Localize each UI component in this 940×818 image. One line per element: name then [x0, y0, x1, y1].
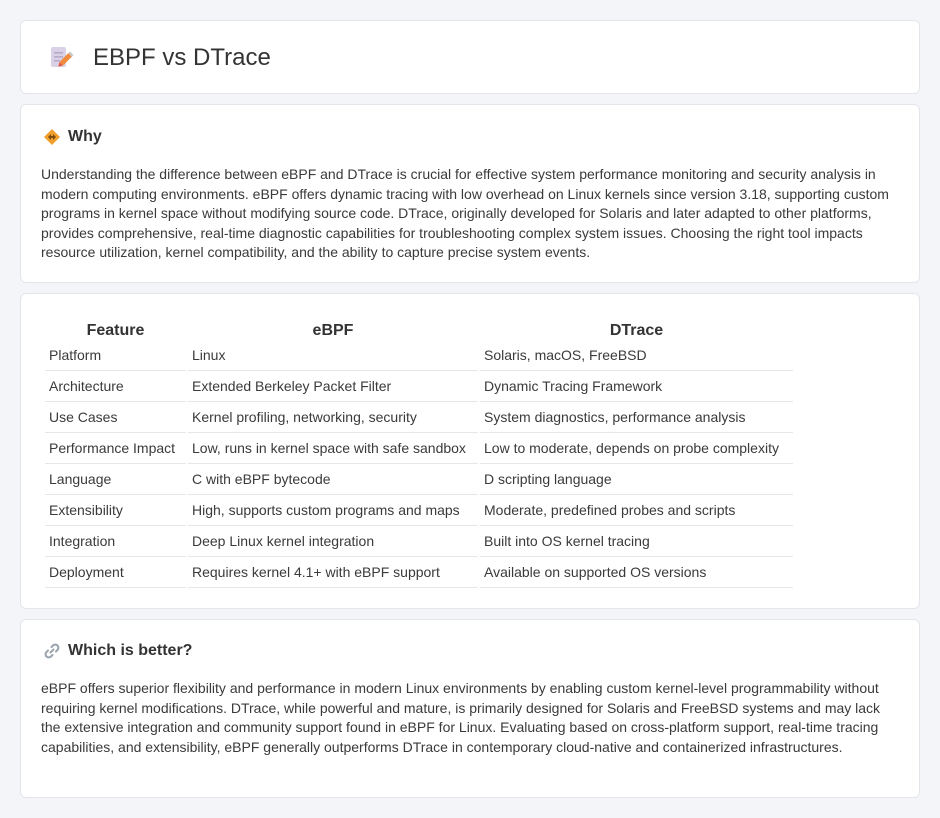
- ebpf-cell: Deep Linux kernel integration: [188, 526, 478, 557]
- table-row: Platform Linux Solaris, macOS, FreeBSD: [45, 340, 793, 371]
- feature-cell: Performance Impact: [45, 433, 186, 464]
- table-row: Deployment Requires kernel 4.1+ with eBP…: [45, 557, 793, 588]
- dtrace-cell: D scripting language: [480, 464, 793, 495]
- column-header-feature: Feature: [86, 322, 145, 339]
- feature-cell: Use Cases: [45, 402, 186, 433]
- ebpf-cell: High, supports custom programs and maps: [188, 495, 478, 526]
- table-row: Architecture Extended Berkeley Packet Fi…: [45, 371, 793, 402]
- ebpf-cell: Kernel profiling, networking, security: [188, 402, 478, 433]
- document-pencil-icon: [51, 47, 74, 67]
- ebpf-cell: C with eBPF bytecode: [188, 464, 478, 495]
- ebpf-cell: Requires kernel 4.1+ with eBPF support: [188, 557, 478, 588]
- column-header-ebpf: eBPF: [312, 322, 354, 339]
- why-header: Why: [43, 127, 102, 147]
- better-heading: Which is better?: [68, 642, 193, 659]
- feature-cell: Language: [45, 464, 186, 495]
- table-row: Use Cases Kernel profiling, networking, …: [45, 402, 793, 433]
- table-row: Integration Deep Linux kernel integratio…: [45, 526, 793, 557]
- dtrace-cell: Moderate, predefined probes and scripts: [480, 495, 793, 526]
- table-row: Performance Impact Low, runs in kernel s…: [45, 433, 793, 464]
- feature-cell: Extensibility: [45, 495, 186, 526]
- table-header-row: Feature eBPF DTrace: [45, 316, 793, 340]
- table-row: Language C with eBPF bytecode D scriptin…: [45, 464, 793, 495]
- dtrace-cell: Built into OS kernel tracing: [480, 526, 793, 557]
- why-text: Understanding the difference between eBP…: [41, 166, 889, 261]
- dtrace-cell: Low to moderate, depends on probe comple…: [480, 433, 793, 464]
- better-text: eBPF offers superior flexibility and per…: [41, 680, 881, 755]
- ebpf-cell: Low, runs in kernel space with safe sand…: [188, 433, 478, 464]
- comparison-table: Feature eBPF DTrace Platform Linux Solar…: [43, 316, 795, 588]
- ebpf-cell: Linux: [188, 340, 478, 371]
- why-section: Why Understanding the difference between…: [20, 104, 920, 283]
- feature-cell: Architecture: [45, 371, 186, 402]
- ebpf-cell: Extended Berkeley Packet Filter: [188, 371, 478, 402]
- which-is-better-section: Which is better? eBPF offers superior fl…: [20, 619, 920, 798]
- comparison-section: Feature eBPF DTrace Platform Linux Solar…: [20, 293, 920, 609]
- dtrace-cell: Dynamic Tracing Framework: [480, 371, 793, 402]
- better-header: Which is better?: [43, 641, 192, 661]
- feature-cell: Platform: [45, 340, 186, 371]
- why-heading: Why: [68, 128, 102, 145]
- table-row: Extensibility High, supports custom prog…: [45, 495, 793, 526]
- diamond-arrows-icon: [44, 129, 60, 145]
- feature-cell: Deployment: [45, 557, 186, 588]
- dtrace-cell: Solaris, macOS, FreeBSD: [480, 340, 793, 371]
- page-title: EBPF vs DTrace: [93, 44, 271, 71]
- title-card: EBPF vs DTrace: [20, 20, 920, 94]
- link-icon: [44, 643, 60, 659]
- dtrace-cell: Available on supported OS versions: [480, 557, 793, 588]
- feature-cell: Integration: [45, 526, 186, 557]
- column-header-dtrace: DTrace: [609, 322, 664, 339]
- title-row: EBPF vs DTrace: [47, 43, 271, 73]
- dtrace-cell: System diagnostics, performance analysis: [480, 402, 793, 433]
